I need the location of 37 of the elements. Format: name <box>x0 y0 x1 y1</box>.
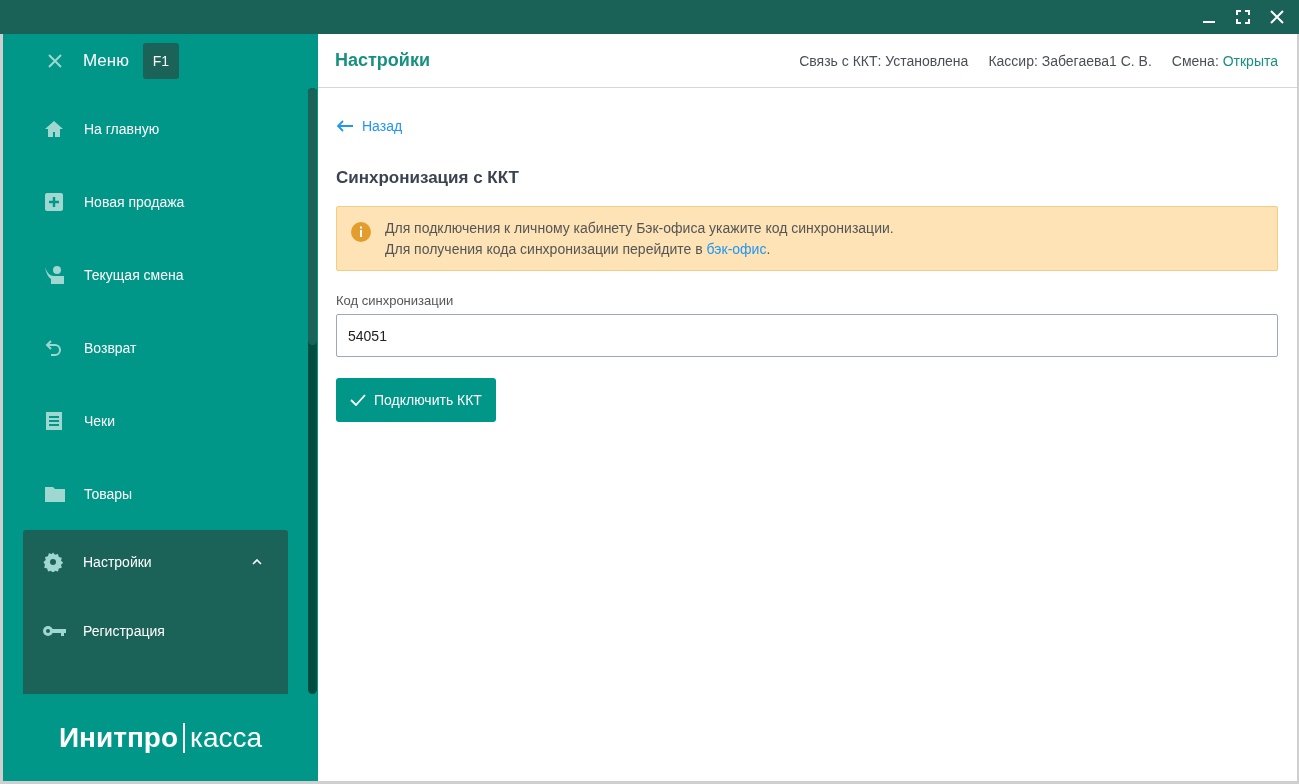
field-label: Код синхронизации <box>336 293 454 308</box>
folder-icon <box>44 484 66 503</box>
menu-item[interactable]: Чеки <box>23 384 288 457</box>
check-icon <box>350 394 366 406</box>
settings-icon <box>43 552 63 572</box>
status-text: Кассир: Забегаева1 С. В. <box>988 52 1152 69</box>
caret-icon[interactable] <box>252 559 262 565</box>
person-icon <box>44 264 66 285</box>
logo-brand: Инитпро <box>58 721 179 754</box>
section-title: Синхронизация с ККТ <box>336 168 519 188</box>
menu-item[interactable]: Товары <box>23 457 288 530</box>
alert-text: Для получения кода синхронизации перейдите в бэк-офис. <box>385 241 772 257</box>
back-link[interactable]: Назад <box>336 118 403 134</box>
shortcut-badge: F1 <box>142 43 179 79</box>
submenu-item[interactable]: Регистрация <box>23 594 288 667</box>
info-icon <box>351 222 371 242</box>
plus-square-icon <box>44 191 64 212</box>
receipt-icon <box>44 410 64 431</box>
key-icon <box>43 623 67 638</box>
status-text: Смена: Открыта <box>1171 52 1278 69</box>
menu-item[interactable]: Возврат <box>23 311 288 384</box>
menu-item[interactable]: Новая продажа <box>23 165 288 238</box>
menu-item[interactable]: На главную <box>23 92 288 165</box>
status-text: Связь с ККТ: Установлена <box>799 52 969 69</box>
menu-item[interactable]: Настройки <box>23 530 288 594</box>
menu-title: Меню <box>83 51 129 71</box>
connect-button[interactable]: Подключить ККТ <box>336 378 496 422</box>
menu-item[interactable]: Текущая смена <box>23 238 288 311</box>
maximize-icon[interactable] <box>1235 9 1251 25</box>
sync-code-input[interactable]: 54051 <box>336 314 1278 357</box>
alert-text: Для подключения к личному кабинету Бэк-офиса укажите код синхронизации. <box>385 220 894 236</box>
arrow-left-icon <box>336 120 354 132</box>
page-title: Настройки <box>335 50 430 71</box>
scrollbar[interactable] <box>308 88 317 694</box>
home-icon <box>44 118 64 139</box>
logo-product: касса <box>190 721 263 754</box>
undo-icon <box>44 337 64 358</box>
